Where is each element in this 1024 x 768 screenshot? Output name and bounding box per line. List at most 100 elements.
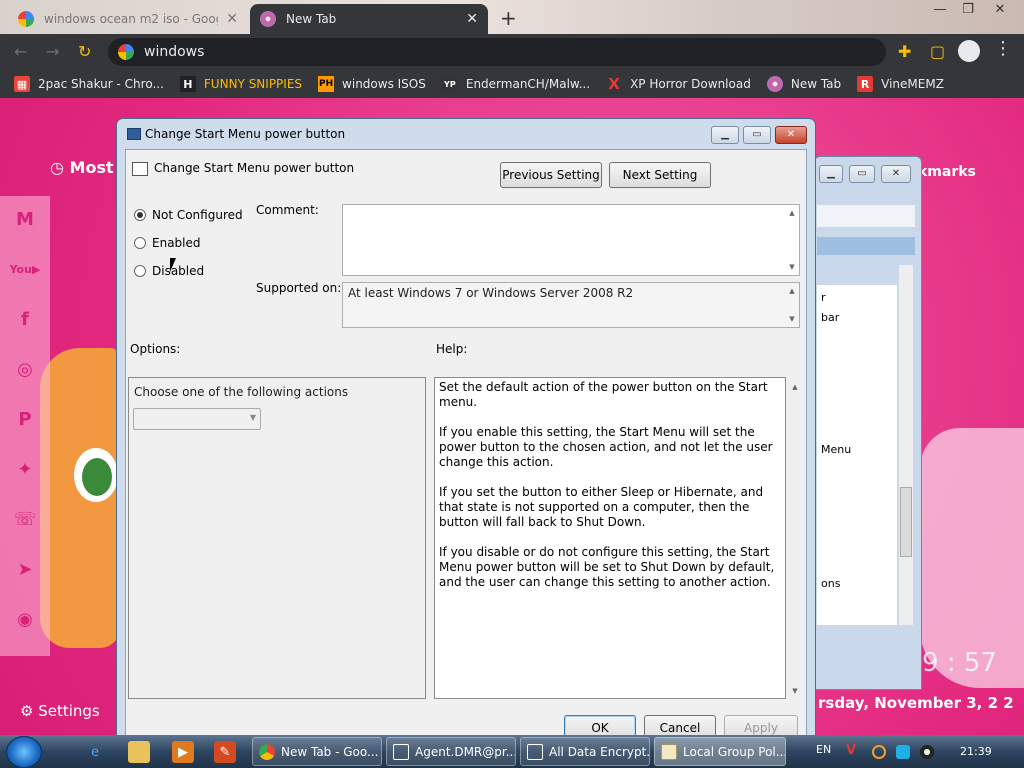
help-paragraph: If you enable this setting, the Start Me… <box>439 425 773 469</box>
bookmark-item[interactable]: H FUNNY SNIPPIES <box>179 76 302 92</box>
scroll-down-icon[interactable]: ▼ <box>788 687 802 695</box>
close-tab-icon[interactable]: ✕ <box>226 11 238 27</box>
ntp-settings-button[interactable]: ⚙ Settings <box>20 702 100 720</box>
help-text: Set the default action of the power butt… <box>439 380 787 605</box>
bookmark-item[interactable]: ▦ 2pac Shakur - Chro... <box>14 76 164 92</box>
policy-row[interactable]: r <box>821 291 826 304</box>
address-bar[interactable]: windows <box>108 38 886 66</box>
close-tab-icon[interactable]: ✕ <box>466 11 478 27</box>
scroll-down-icon[interactable]: ▼ <box>785 263 799 271</box>
network-tray-icon[interactable] <box>896 745 910 759</box>
chrome-menu-icon[interactable]: ⋮ <box>994 38 1012 59</box>
policy-row[interactable]: ons <box>821 577 840 590</box>
taskbar-item-gpedit[interactable]: Local Group Pol... <box>654 737 786 766</box>
bookmark-item[interactable]: R VineMEMZ <box>857 76 944 92</box>
profile-avatar[interactable] <box>958 40 980 62</box>
yp-badge-icon: YP <box>441 76 458 92</box>
radio-enabled[interactable]: Enabled <box>134 236 201 250</box>
instagram-icon[interactable]: ◎ <box>8 352 42 386</box>
bookmark-item[interactable]: X XP Horror Download <box>606 75 751 93</box>
bookmark-item[interactable]: New Tab <box>766 76 841 92</box>
extensions-icon[interactable]: ✚ <box>898 42 911 61</box>
supported-on-label: Supported on: <box>256 281 342 295</box>
paint-icon[interactable]: ✎ <box>214 741 236 763</box>
taskbar-item-encrypt[interactable]: All Data Encrypt... <box>520 737 650 766</box>
close-window-button[interactable]: ✕ <box>986 2 1014 17</box>
setting-name: Change Start Menu power button <box>154 161 355 175</box>
options-instruction: Choose one of the following actions <box>134 385 349 399</box>
minimize-dialog-button[interactable]: ▁ <box>711 126 739 144</box>
policy-row[interactable]: bar <box>821 311 839 324</box>
pinterest-icon[interactable]: P <box>8 402 42 436</box>
policy-row[interactable]: Menu <box>821 443 851 456</box>
taskbar-item-label: New Tab - Goo... <box>281 744 379 759</box>
google-icon <box>18 11 34 27</box>
chrome-web-store-icon: ▦ <box>14 76 30 92</box>
browser-toolbar: ← → ↻ windows ✚ ▢ ⋮ <box>0 34 1024 70</box>
help-paragraph: Set the default action of the power butt… <box>439 380 768 409</box>
twitter-icon[interactable]: ✦ <box>8 452 42 486</box>
antivirus-tray-icon[interactable]: V <box>846 743 860 758</box>
tab-google-search[interactable]: windows ocean m2 iso - Google ✕ <box>8 4 248 34</box>
search-tray-icon[interactable] <box>872 745 886 759</box>
reddit-icon[interactable]: ◉ <box>8 602 42 636</box>
file-explorer-icon[interactable] <box>128 741 150 763</box>
youtube-icon[interactable]: You▶ <box>8 252 42 286</box>
comment-textarea[interactable]: ▲ ▼ <box>342 204 800 276</box>
tab-new-tab[interactable]: New Tab ✕ <box>250 4 488 34</box>
maximize-window-button[interactable]: ❐ <box>954 2 982 17</box>
supported-on-value: At least Windows 7 or Windows Server 200… <box>348 286 634 300</box>
back-icon[interactable]: ← <box>14 42 27 61</box>
taskbar: e ▶ ✎ New Tab - Goo... Agent.DMR@pr... A… <box>0 735 1024 768</box>
vertical-scrollbar[interactable]: ▲ ▼ <box>785 205 799 275</box>
language-indicator[interactable]: EN <box>816 743 831 756</box>
scroll-up-icon[interactable]: ▲ <box>785 287 799 295</box>
taskbar-item-chrome[interactable]: New Tab - Goo... <box>252 737 382 766</box>
radio-dot <box>134 209 146 221</box>
ph-badge-icon: PH <box>318 76 335 92</box>
side-panel-icon[interactable]: ▢ <box>930 42 945 61</box>
new-tab-button[interactable]: + <box>500 6 517 30</box>
vertical-scrollbar[interactable]: ▲ ▼ <box>785 283 799 327</box>
maximize-dialog-button[interactable]: ▭ <box>743 126 771 144</box>
maximize-window-button[interactable]: ▭ <box>849 165 875 183</box>
taskbar-item-agent[interactable]: Agent.DMR@pr... <box>386 737 516 766</box>
setting-icon <box>132 162 148 176</box>
minimize-window-button[interactable]: ▁ <box>819 165 843 183</box>
tab-title: windows ocean m2 iso - Google <box>44 12 219 26</box>
scroll-up-icon[interactable]: ▲ <box>785 209 799 217</box>
bookmark-label: XP Horror Download <box>630 77 751 91</box>
policy-list[interactable]: r bar Menu ons <box>817 285 897 625</box>
bookmarks-button[interactable]: kmarks <box>918 164 976 180</box>
help-scrollbar[interactable]: ▲ ▼ <box>788 377 802 699</box>
start-button[interactable] <box>6 736 42 768</box>
close-window-button[interactable]: ✕ <box>881 165 911 183</box>
ntp-clock: 9 : 57 <box>922 648 997 678</box>
bookmark-label: 2pac Shakur - Chro... <box>38 77 164 91</box>
radio-dot <box>134 265 146 277</box>
bookmark-item[interactable]: YP EndermanCH/Malw... <box>441 76 590 92</box>
whatsapp-icon[interactable]: ☏ <box>8 502 42 536</box>
group-policy-editor-window[interactable]: ▁ ▭ ✕ r bar Menu ons <box>814 156 922 690</box>
media-player-icon[interactable]: ▶ <box>172 741 194 763</box>
taskbar-clock[interactable]: 21:39 <box>960 745 992 758</box>
reload-icon[interactable]: ↻ <box>78 42 91 61</box>
scroll-down-icon[interactable]: ▼ <box>785 315 799 323</box>
vertical-scrollbar[interactable] <box>899 265 913 625</box>
app-window-icon <box>527 743 543 760</box>
close-dialog-button[interactable]: ✕ <box>775 126 807 144</box>
previous-setting-button[interactable]: Previous Setting <box>500 162 602 188</box>
facebook-icon[interactable]: f <box>8 302 42 336</box>
radio-not-configured[interactable]: Not Configured <box>134 208 243 222</box>
scroll-up-icon[interactable]: ▲ <box>788 383 802 391</box>
next-setting-button[interactable]: Next Setting <box>609 162 711 188</box>
scrollbar-thumb[interactable] <box>900 487 912 557</box>
volume-tray-icon[interactable] <box>920 745 934 759</box>
forward-icon[interactable]: → <box>46 42 59 61</box>
gmail-icon[interactable]: M <box>8 202 42 236</box>
telegram-icon[interactable]: ➤ <box>8 552 42 586</box>
bookmark-item[interactable]: PH windows ISOS <box>318 76 426 92</box>
minimize-window-button[interactable]: — <box>926 2 954 17</box>
internet-explorer-icon[interactable]: e <box>84 741 106 763</box>
power-action-dropdown[interactable]: ▼ <box>133 408 261 430</box>
